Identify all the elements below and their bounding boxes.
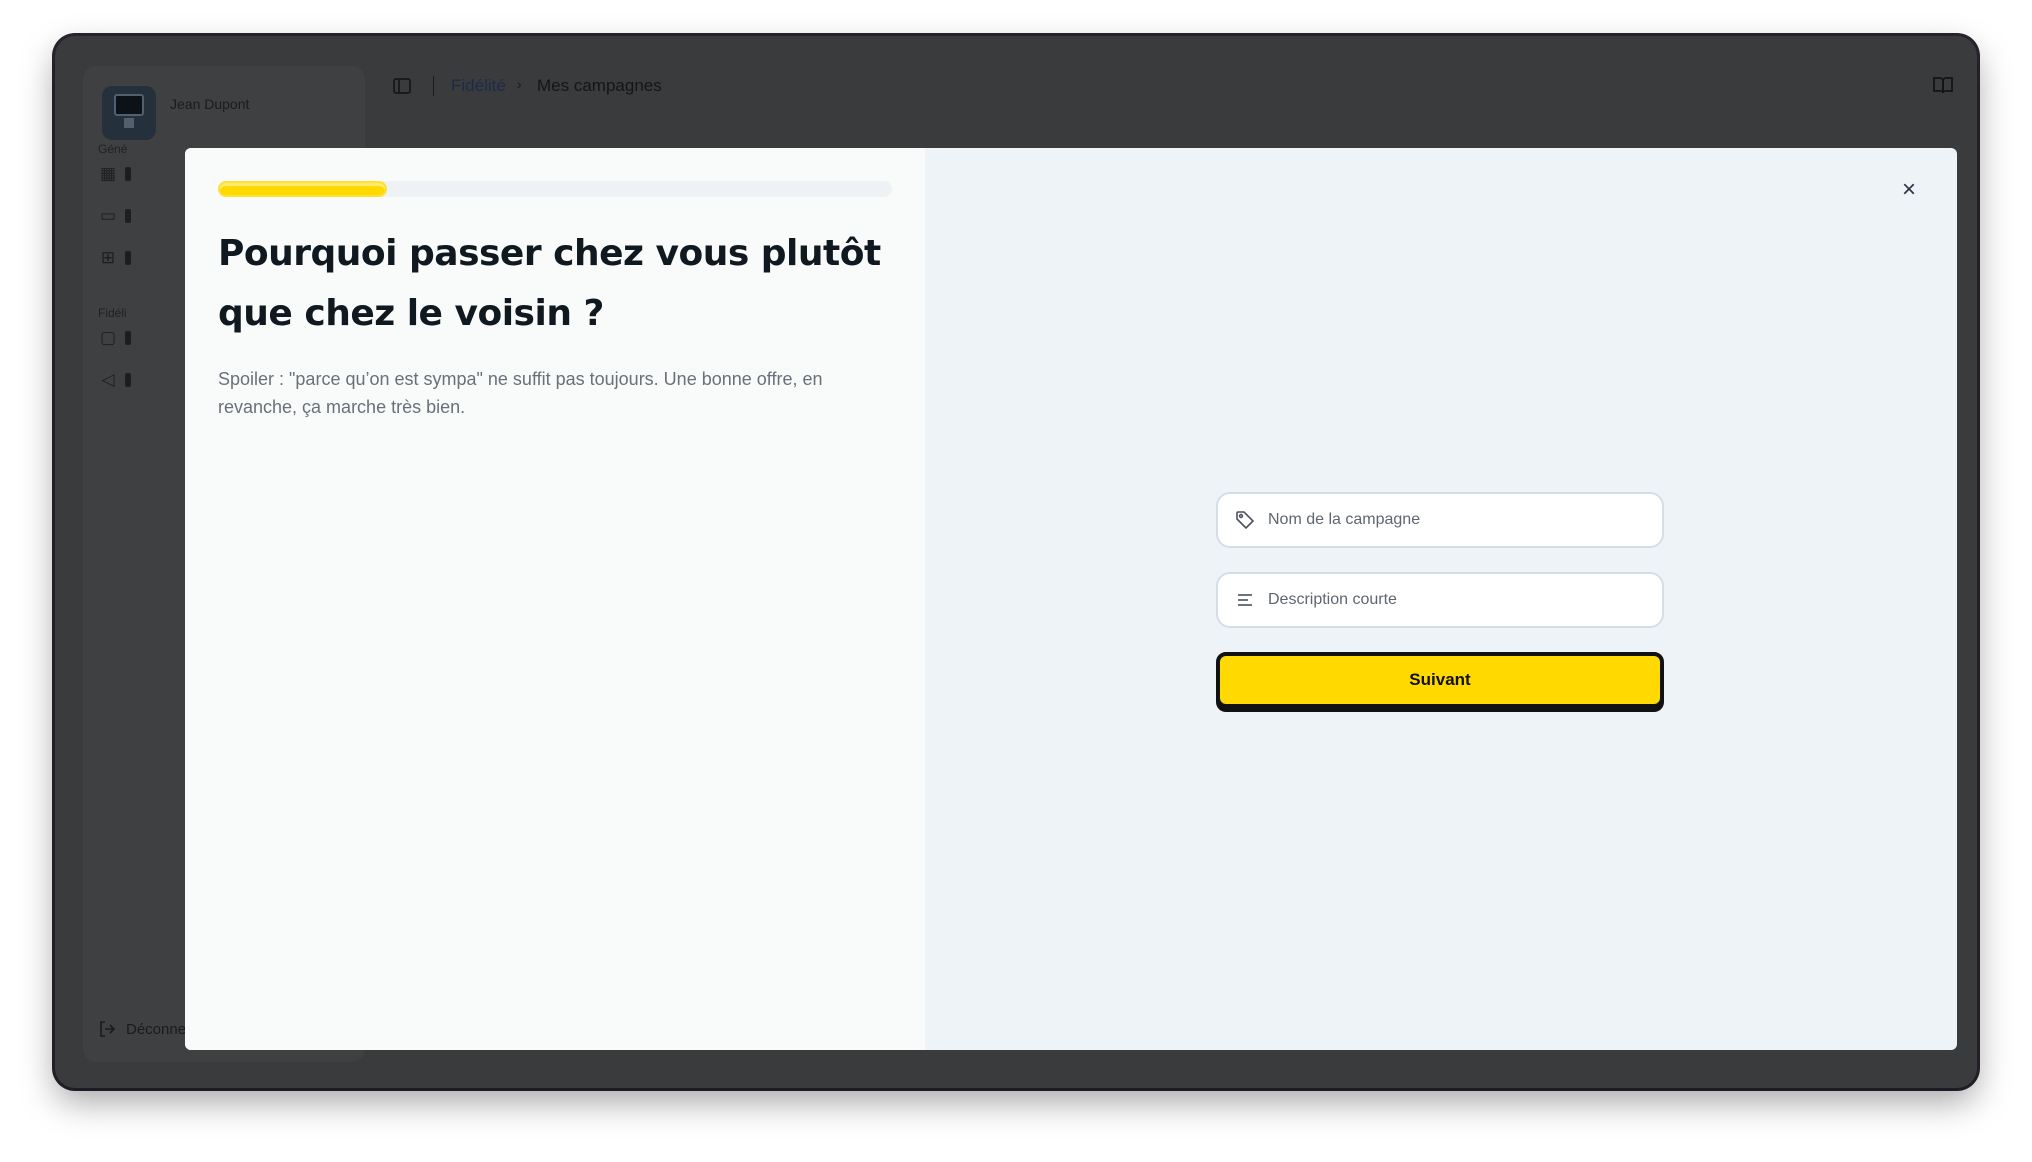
logout-icon (100, 1021, 116, 1037)
divider (433, 76, 434, 96)
breadcrumb-parent[interactable]: Fidélité (451, 76, 506, 96)
app-window: Jean Dupont Géné ▦ ▭ ⊞ Fidéli ▢ ◁ Déconn… (55, 36, 1977, 1088)
modal-title: Pourquoi passer chez vous plutôt que che… (218, 233, 881, 334)
dashboard-icon[interactable]: ▦ (98, 164, 118, 184)
modal-left-panel: Pourquoi passer chez vous plutôt que che… (185, 148, 925, 1050)
campaign-modal: Pourquoi passer chez vous plutôt que che… (185, 148, 1957, 1050)
tag-icon (1234, 509, 1256, 531)
ticket-icon[interactable]: ▭ (98, 206, 118, 226)
megaphone-icon[interactable]: ◁ (98, 370, 118, 390)
chevron-right-icon: › (517, 76, 522, 92)
book-icon[interactable] (1933, 76, 1953, 100)
campaign-form: Suivant (1216, 492, 1664, 708)
sidebar-toggle-icon[interactable] (393, 78, 411, 94)
text-lines-icon (1234, 589, 1256, 611)
next-button[interactable]: Suivant (1216, 652, 1664, 708)
modal-right-panel: × Nom de la campagne Description courte … (925, 148, 1957, 1050)
progress-bar (218, 181, 892, 197)
campaign-name-input[interactable] (1268, 511, 1662, 529)
modal-subtitle: Spoiler : "parce qu’on est sympa" ne suf… (218, 369, 823, 417)
close-icon[interactable]: × (1897, 178, 1921, 202)
breadcrumb-current: Mes campagnes (537, 76, 662, 95)
avatar[interactable] (102, 86, 156, 140)
briefcase-icon[interactable]: ▢ (98, 328, 118, 348)
user-name: Jean Dupont (170, 96, 250, 112)
campaign-description-input[interactable] (1268, 591, 1662, 609)
widgets-icon[interactable]: ⊞ (98, 248, 118, 268)
sidebar-section-loyalty: Fidéli (98, 306, 127, 320)
sidebar-section-general: Géné (98, 142, 128, 156)
campaign-name-field[interactable] (1216, 492, 1664, 548)
campaign-description-field[interactable] (1216, 572, 1664, 628)
progress-fill (218, 181, 387, 197)
